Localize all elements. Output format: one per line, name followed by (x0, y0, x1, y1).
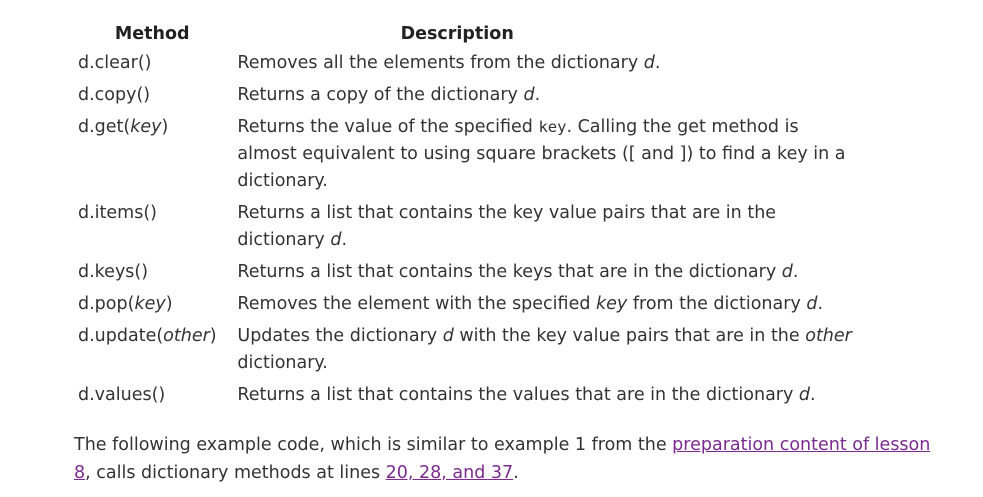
description-text: Removes the element with the specified (237, 294, 597, 314)
table-row: d.update(other) Updates the dictionary d… (72, 321, 872, 380)
paragraph-text: , calls dictionary methods at lines (85, 463, 386, 483)
method-name: d.keys() (78, 262, 149, 282)
method-cell: d.items() (72, 198, 232, 257)
description-cell: Updates the dictionary d with the key va… (232, 321, 872, 380)
table-row: d.items() Returns a list that contains t… (72, 198, 872, 257)
description-text: Removes all the elements from the dictio… (237, 53, 644, 73)
description-cell: Returns the value of the specified key. … (232, 112, 872, 198)
description-emphasis: d (781, 262, 793, 282)
method-close: ) (161, 117, 169, 137)
description-text: Returns a list that contains the values … (237, 385, 799, 405)
line-numbers-link[interactable]: 20, 28, and 37 (386, 463, 514, 483)
method-cell: d.update(other) (72, 321, 232, 380)
method-cell: d.get(key) (72, 112, 232, 198)
description-text: Returns a list that contains the keys th… (237, 262, 782, 282)
description-text: . (654, 53, 661, 73)
paragraph-text: The following example code, which is sim… (74, 435, 673, 455)
table-row: d.get(key) Returns the value of the spec… (72, 112, 872, 198)
method-name: d.values() (78, 385, 166, 405)
description-cell: Returns a list that contains the values … (232, 380, 872, 412)
description-text: Updates the dictionary (237, 326, 443, 346)
description-text: Returns a list that contains the key val… (237, 203, 777, 250)
description-text: . (817, 294, 824, 314)
description-emphasis: d (330, 230, 342, 250)
table-header-row: Method Description (72, 17, 872, 48)
description-text: . (534, 85, 541, 105)
description-cell: Returns a list that contains the key val… (232, 198, 872, 257)
column-header-method: Method (114, 24, 190, 44)
method-cell: d.pop(key) (72, 289, 232, 321)
table-row: d.copy() Returns a copy of the dictionar… (72, 80, 872, 112)
table-row: d.clear() Removes all the elements from … (72, 48, 872, 80)
method-cell: d.clear() (72, 48, 232, 80)
description-emphasis: other (805, 326, 852, 346)
description-text: with the key value pairs that are in the (453, 326, 806, 346)
method-name: d.get( (78, 117, 131, 137)
description-emphasis: d (806, 294, 818, 314)
description-cell: Returns a copy of the dictionary d. (232, 80, 872, 112)
method-cell: d.keys() (72, 257, 232, 289)
column-header-description: Description (400, 24, 514, 44)
description-text: . (792, 262, 799, 282)
description-text: . (810, 385, 816, 405)
method-name: d.clear() (78, 53, 152, 73)
description-cell: Returns a list that contains the keys th… (232, 257, 872, 289)
method-close: ) (209, 326, 217, 346)
method-name: d.update( (78, 326, 164, 346)
method-argument: key (130, 117, 162, 137)
method-cell: d.copy() (72, 80, 232, 112)
description-emphasis: d (523, 85, 535, 105)
description-text: . (341, 230, 348, 250)
method-name: d.copy() (78, 85, 151, 105)
description-text: dictionary. (237, 353, 328, 373)
dictionary-methods-table: Method Description d.clear() Removes all… (72, 17, 872, 412)
description-emphasis: key (596, 294, 628, 314)
method-name: d.pop( (78, 294, 135, 314)
table-row: d.keys() Returns a list that contains th… (72, 257, 872, 289)
method-cell: d.values() (72, 380, 232, 412)
description-emphasis: d (798, 385, 811, 405)
example-intro-paragraph: The following example code, which is sim… (74, 431, 934, 487)
description-cell: Removes all the elements from the dictio… (232, 48, 872, 80)
paragraph-text: . (513, 463, 519, 483)
table-row: d.pop(key) Removes the element with the … (72, 289, 872, 321)
description-text: from the dictionary (627, 294, 807, 314)
description-cell: Removes the element with the specified k… (232, 289, 872, 321)
description-text: Returns a copy of the dictionary (237, 85, 524, 105)
method-name: d.items() (78, 203, 157, 223)
method-argument: key (134, 294, 166, 314)
description-code: key (538, 118, 567, 136)
description-emphasis: d (442, 326, 454, 346)
table-row: d.values() Returns a list that contains … (72, 380, 872, 412)
description-text: Returns the value of the specified (237, 117, 539, 137)
document-page: Method Description d.clear() Removes all… (0, 0, 983, 497)
method-close: ) (165, 294, 173, 314)
method-argument: other (163, 326, 210, 346)
description-emphasis: d (643, 53, 655, 73)
